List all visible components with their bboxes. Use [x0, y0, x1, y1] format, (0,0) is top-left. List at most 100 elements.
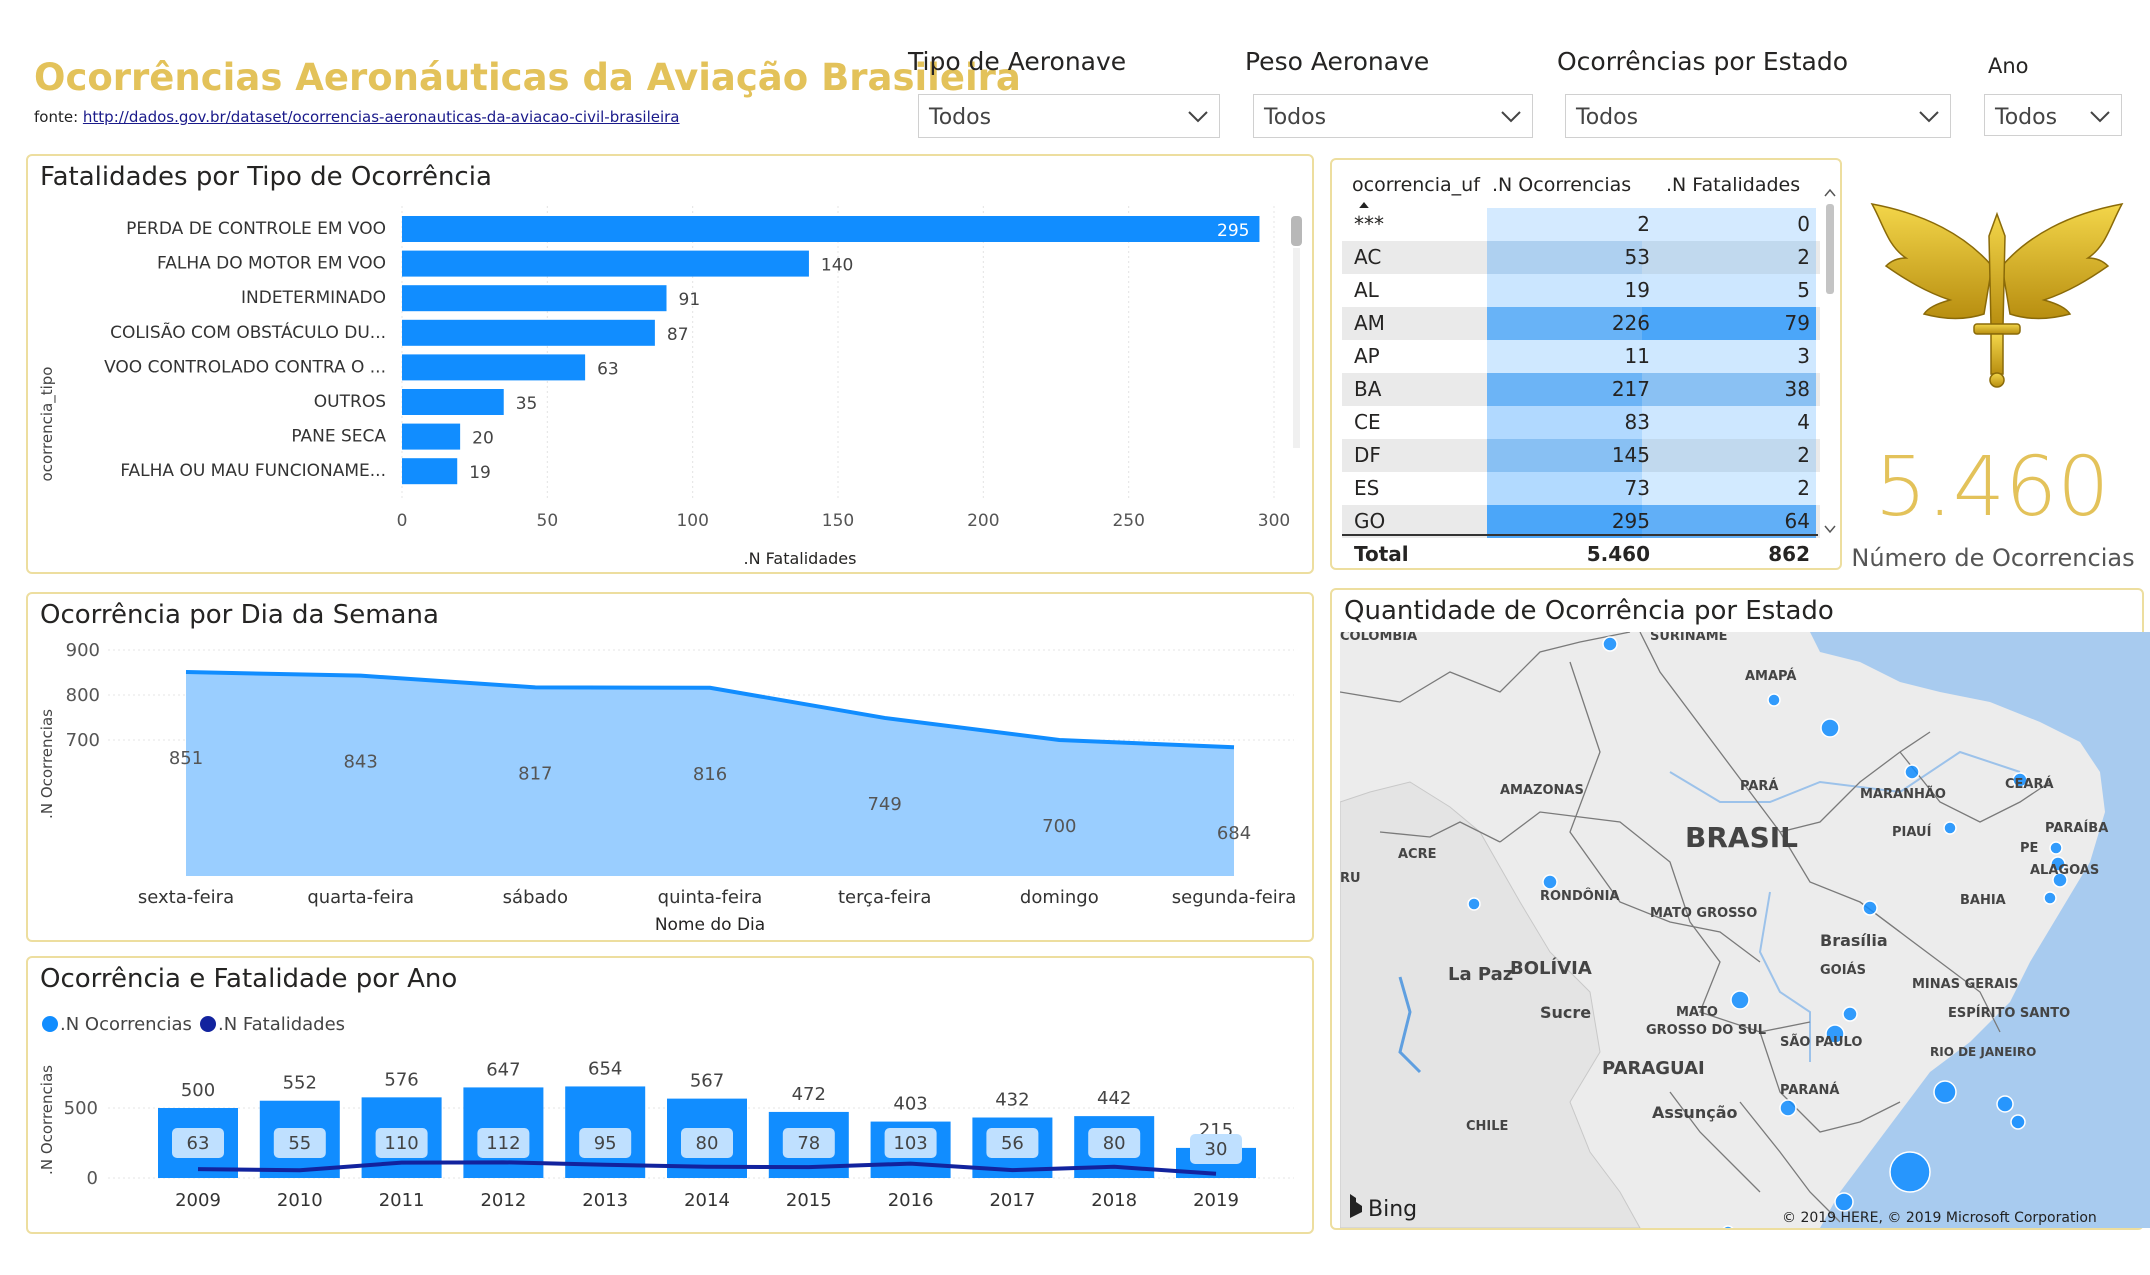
cell-fatalidades: 4	[1797, 410, 1810, 434]
cell-fatalidades: 38	[1784, 377, 1810, 401]
map-label: PIAUÍ	[1892, 824, 1932, 840]
map-bubble[interactable]	[2043, 891, 2057, 905]
table-header-uf[interactable]: ocorrencia_uf	[1352, 174, 1480, 196]
x-tick-label: 300	[1258, 511, 1290, 531]
map-bubble[interactable]	[1467, 897, 1481, 911]
table-scrollbar[interactable]	[1822, 184, 1838, 538]
data-label: 700	[1042, 816, 1076, 837]
table-row[interactable]: ES 73 2	[1342, 472, 1820, 505]
table-row[interactable]: AP 11 3	[1342, 340, 1820, 373]
map-bubble[interactable]	[1842, 1006, 1858, 1022]
bar[interactable]	[402, 389, 504, 415]
x-tick-label: 2018	[1091, 1190, 1137, 1211]
map-bubble[interactable]	[1862, 900, 1878, 916]
x-tick-label: sexta-feira	[138, 887, 234, 908]
data-label: 816	[693, 764, 727, 785]
cell-ocorrencias: 11	[1624, 344, 1650, 368]
cell-fatalidades: 2	[1797, 443, 1810, 467]
map-bubble[interactable]	[1933, 1080, 1957, 1104]
filter-value: Todos	[1995, 105, 2058, 130]
data-label: 403	[893, 1094, 927, 1115]
cell-fatalidades: 5	[1797, 278, 1810, 302]
bar[interactable]	[402, 216, 1260, 242]
category-label: PANE SECA	[291, 427, 386, 447]
x-tick-label: 2012	[480, 1190, 526, 1211]
table-row[interactable]: AL 19 5	[1342, 274, 1820, 307]
bar[interactable]	[402, 285, 667, 312]
scrollbar-track[interactable]	[1293, 248, 1300, 448]
table-row[interactable]: AC 53 2	[1342, 241, 1820, 274]
table-header-fatalidades[interactable]: .N Fatalidades	[1666, 174, 1800, 196]
x-tick-label: 2010	[277, 1190, 323, 1211]
map-label: MATO GROSSO	[1650, 906, 1757, 921]
filter-label-peso-aeronave: Peso Aeronave	[1245, 47, 1430, 76]
source-link[interactable]: http://dados.gov.br/dataset/ocorrencias-…	[83, 108, 680, 126]
map-label: PARAGUAI	[1602, 1058, 1705, 1079]
cell-ocorrencias: 145	[1611, 443, 1650, 467]
filter-estado-dropdown[interactable]: Todos	[1565, 94, 1951, 138]
data-label: 56	[1001, 1133, 1024, 1154]
map-bubble[interactable]	[1542, 874, 1558, 890]
data-label: 112	[486, 1133, 520, 1154]
x-tick-label: 2019	[1193, 1190, 1239, 1211]
category-label: FALHA OU MAU FUNCIONAME...	[120, 461, 386, 481]
cell-fatalidades: 79	[1784, 311, 1810, 335]
cell-fatalidades: 3	[1797, 344, 1810, 368]
bar[interactable]	[402, 319, 655, 346]
bar[interactable]	[402, 250, 809, 277]
cell-uf: BA	[1354, 377, 1382, 401]
data-label: 295	[1217, 221, 1249, 241]
map-bubble[interactable]	[1602, 636, 1618, 652]
map-bubble[interactable]	[1889, 1151, 1931, 1193]
map-bubble[interactable]	[1904, 764, 1920, 780]
map-label: BAHIA	[1960, 893, 2006, 908]
map-bubble[interactable]	[1834, 1192, 1854, 1212]
map-bubble[interactable]	[1820, 718, 1840, 738]
data-label: 442	[1097, 1088, 1131, 1109]
bar[interactable]	[402, 458, 458, 485]
table-row[interactable]: DF 145 2	[1342, 439, 1820, 472]
filter-peso-aeronave-dropdown[interactable]: Todos	[1253, 94, 1533, 138]
y-axis-label: .N Ocorrencias	[38, 1065, 56, 1175]
map-label: PARAÍBA	[2045, 820, 2108, 836]
map-bubble[interactable]	[2010, 1114, 2026, 1130]
map-label: MARANHÃO	[1860, 786, 1946, 802]
map-bubble[interactable]	[2049, 841, 2063, 855]
x-tick-label: 150	[822, 511, 854, 531]
table-row[interactable]: AM 226 79	[1342, 307, 1820, 340]
table-row[interactable]: *** 2 0	[1342, 208, 1820, 241]
table-row[interactable]: CE 83 4	[1342, 406, 1820, 439]
filter-ano-dropdown[interactable]: Todos	[1984, 94, 2122, 136]
filter-tipo-aeronave-dropdown[interactable]: Todos	[918, 94, 1220, 138]
scrollbar-thumb[interactable]	[1291, 216, 1302, 246]
chevron-down-icon	[1919, 111, 1939, 123]
map-label: MATO	[1676, 1005, 1718, 1020]
table-header-ocorrencias[interactable]: .N Ocorrencias	[1492, 174, 1631, 196]
table-total-row: Total 5.460 862	[1342, 538, 1820, 571]
map-bubble[interactable]	[1779, 1099, 1797, 1117]
map-label: BRASIL	[1685, 821, 1798, 854]
map-label: GROSSO DO SUL	[1646, 1023, 1766, 1038]
legend-marker-fatalidades	[200, 1016, 216, 1032]
category-label: COLISÃO COM OBSTÁCULO DU...	[110, 321, 386, 343]
state-table-panel: ocorrencia_uf .N Ocorrencias .N Fatalida…	[1330, 158, 1842, 570]
data-label: 20	[472, 429, 494, 449]
table-divider	[1342, 534, 1818, 536]
bar[interactable]	[402, 423, 461, 450]
category-label: FALHA DO MOTOR EM VOO	[157, 254, 386, 274]
legend-label-ocorrencias[interactable]: .N Ocorrencias	[60, 1014, 192, 1035]
table-row[interactable]: BA 217 38	[1342, 373, 1820, 406]
cell-uf: AL	[1354, 278, 1379, 302]
map-bubble[interactable]	[1943, 821, 1957, 835]
source-prefix: fonte:	[34, 108, 83, 126]
brazil-map[interactable]: COLOMBIA SURINAME AMAPÁ AMAZONAS PARÁ MARANHÃ…	[1340, 632, 2150, 1228]
map-bubble[interactable]	[1730, 990, 1750, 1010]
map-bubble[interactable]	[1996, 1095, 2014, 1113]
map-bubble[interactable]	[1767, 693, 1781, 707]
x-tick-label: 2017	[989, 1190, 1035, 1211]
data-label: 80	[1103, 1133, 1126, 1154]
data-label: 63	[597, 359, 619, 379]
bar[interactable]	[402, 354, 586, 381]
legend-label-fatalidades[interactable]: .N Fatalidades	[218, 1014, 345, 1035]
map-label: PARANÁ	[1780, 1082, 1839, 1098]
